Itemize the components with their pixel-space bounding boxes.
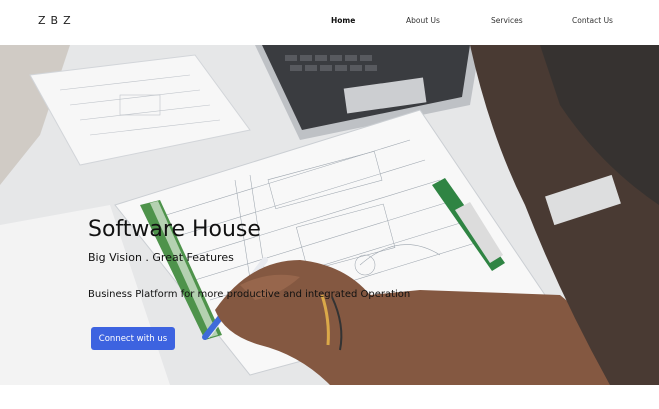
nav-link-services[interactable]: Services — [491, 16, 523, 25]
brand-logo[interactable]: ZBZ — [38, 14, 76, 27]
hero-description: Business Platform for more productive an… — [88, 289, 411, 300]
hero-subtitle: Big Vision . Great Features — [88, 251, 234, 264]
connect-with-us-button[interactable]: Connect with us — [91, 327, 175, 350]
hero-section: Software House Big Vision . Great Featur… — [0, 45, 659, 385]
page-bottom-strip — [0, 385, 659, 409]
nav-link-about-us[interactable]: About Us — [406, 16, 440, 25]
nav-link-home[interactable]: Home — [331, 16, 355, 25]
top-navbar: ZBZ Home About Us Services Contact Us — [0, 0, 659, 45]
nav-link-contact-us[interactable]: Contact Us — [572, 16, 613, 25]
hero-title: Software House — [88, 217, 261, 242]
